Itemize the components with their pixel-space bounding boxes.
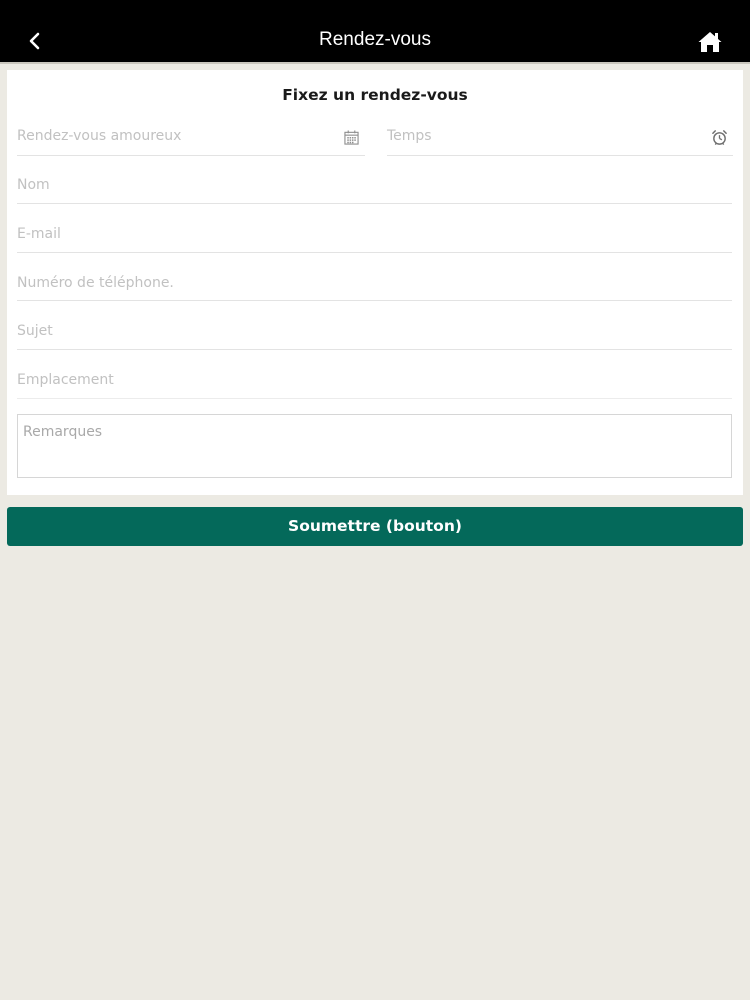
phone-field-placeholder: Numéro de téléphone. bbox=[17, 275, 174, 291]
time-field-placeholder: Temps bbox=[387, 128, 432, 144]
alarm-clock-icon[interactable] bbox=[711, 129, 728, 146]
appointment-form: Fixez un rendez-vous Rendez-vous amoureu… bbox=[7, 70, 743, 495]
location-field-placeholder: Emplacement bbox=[17, 372, 114, 388]
subject-field[interactable]: Sujet bbox=[17, 312, 732, 350]
remarks-textarea[interactable]: Remarques bbox=[17, 414, 732, 478]
name-field-placeholder: Nom bbox=[17, 177, 50, 193]
email-field-placeholder: E-mail bbox=[17, 226, 61, 242]
phone-field[interactable]: Numéro de téléphone. bbox=[17, 263, 732, 301]
location-field[interactable]: Emplacement bbox=[17, 361, 732, 399]
chevron-left-icon[interactable] bbox=[24, 26, 46, 56]
page-title: Rendez-vous bbox=[319, 29, 431, 50]
remarks-placeholder: Remarques bbox=[23, 424, 103, 440]
time-field[interactable]: Temps bbox=[387, 118, 733, 156]
subject-field-placeholder: Sujet bbox=[17, 323, 53, 339]
date-field-placeholder: Rendez-vous amoureux bbox=[17, 128, 182, 144]
top-bar: Rendez-vous bbox=[0, 0, 750, 64]
home-icon[interactable] bbox=[697, 30, 723, 54]
name-field[interactable]: Nom bbox=[17, 166, 732, 204]
email-field[interactable]: E-mail bbox=[17, 215, 732, 253]
date-field[interactable]: Rendez-vous amoureux bbox=[17, 118, 365, 156]
form-title: Fixez un rendez-vous bbox=[282, 86, 468, 104]
calendar-icon[interactable] bbox=[344, 130, 359, 145]
submit-button[interactable]: Soumettre (bouton) bbox=[7, 507, 743, 546]
